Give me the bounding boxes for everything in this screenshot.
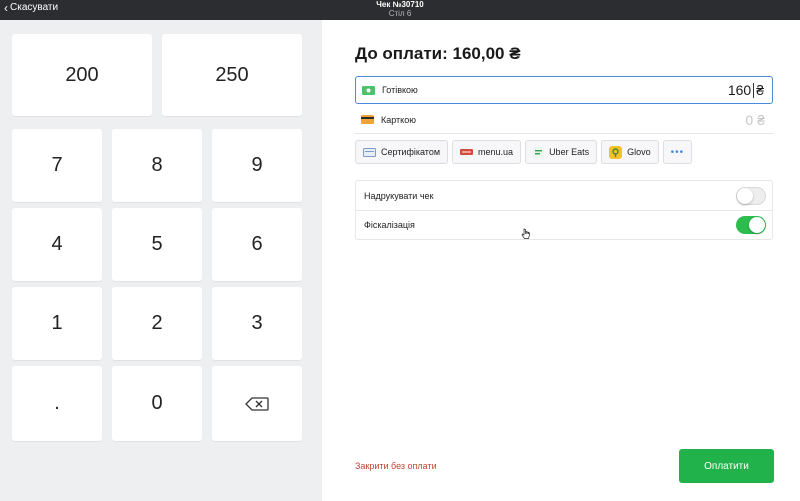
mouse-pointer-icon [521,228,530,239]
toggle-knob [737,187,753,204]
card-amount: 0 ₴ [745,112,765,128]
method-menu-ua-button[interactable]: menu.ua [452,140,522,164]
menu-ua-logo [460,149,474,155]
fiscalization-row: Фіскалізація [356,210,772,239]
backspace-button[interactable] [212,366,302,441]
toggle-knob [749,217,765,233]
keypad: 200 250 7 8 9 4 5 6 1 2 3 . 0 [0,20,322,501]
key-decimal[interactable]: . [12,366,102,441]
cash-currency: ₴ [756,82,764,98]
key-4[interactable]: 4 [12,208,102,281]
method-uber-eats-button[interactable]: Uber Eats [525,140,598,164]
key-5[interactable]: 5 [112,208,202,281]
payment-methods: Сертифікатом menu.ua Uber Eats Glovo ••• [355,140,693,164]
method-certificate-button[interactable]: Сертифікатом [355,140,449,164]
method-certificate-label: Сертифікатом [381,147,441,157]
method-uber-eats-label: Uber Eats [549,147,590,157]
print-receipt-row: Надрукувати чек [356,181,772,210]
method-glovo-button[interactable]: Glovo [601,140,659,164]
glovo-icon [609,145,623,159]
card-currency: ₴ [757,111,765,128]
key-0[interactable]: 0 [112,366,202,441]
cash-amount: 160 ₴ [728,82,764,98]
table-subtitle: Стіл 6 [388,9,412,18]
cash-label: Готівкою [382,85,418,95]
key-6[interactable]: 6 [212,208,302,281]
print-receipt-label: Надрукувати чек [364,190,434,201]
cash-icon [362,85,375,95]
quick-amount-250[interactable]: 250 [162,34,302,116]
key-3[interactable]: 3 [212,287,302,360]
key-1[interactable]: 1 [12,287,102,360]
payment-panel: До оплати: 160,00 ₴ Готівкою 160 ₴ Картк… [322,20,800,501]
check-title: Чек №30710 [376,0,424,9]
method-menu-ua-label: menu.ua [478,147,514,157]
card-label: Карткою [381,114,416,125]
backspace-icon [245,396,269,411]
receipt-options: Надрукувати чек Фіскалізація [355,180,773,240]
card-icon [361,115,374,124]
print-receipt-toggle[interactable] [736,186,766,205]
text-caret [753,82,755,98]
key-7[interactable]: 7 [12,129,102,202]
key-8[interactable]: 8 [112,129,202,202]
certificate-icon [363,147,376,157]
pay-button[interactable]: Оплатити [679,449,774,483]
top-bar: ‹ Скасувати Чек №30710 Стіл 6 [0,0,800,20]
fiscalization-toggle[interactable] [736,216,766,234]
close-without-payment-link[interactable]: Закрити без оплати [355,461,437,471]
card-payment-field[interactable]: Карткою 0 ₴ [355,106,773,134]
more-methods-button[interactable]: ••• [662,140,693,164]
uber-eats-icon [533,146,545,158]
cash-payment-field[interactable]: Готівкою 160 ₴ [355,76,773,104]
fiscalization-label: Фіскалізація [364,220,415,230]
key-9[interactable]: 9 [212,129,302,202]
cash-amount-value: 160 [727,82,752,98]
card-amount-value: 0 [745,111,754,128]
amount-due: До оплати: 160,00 ₴ [355,44,521,63]
quick-amount-200[interactable]: 200 [12,34,152,116]
method-glovo-label: Glovo [627,147,651,157]
key-2[interactable]: 2 [112,287,202,360]
